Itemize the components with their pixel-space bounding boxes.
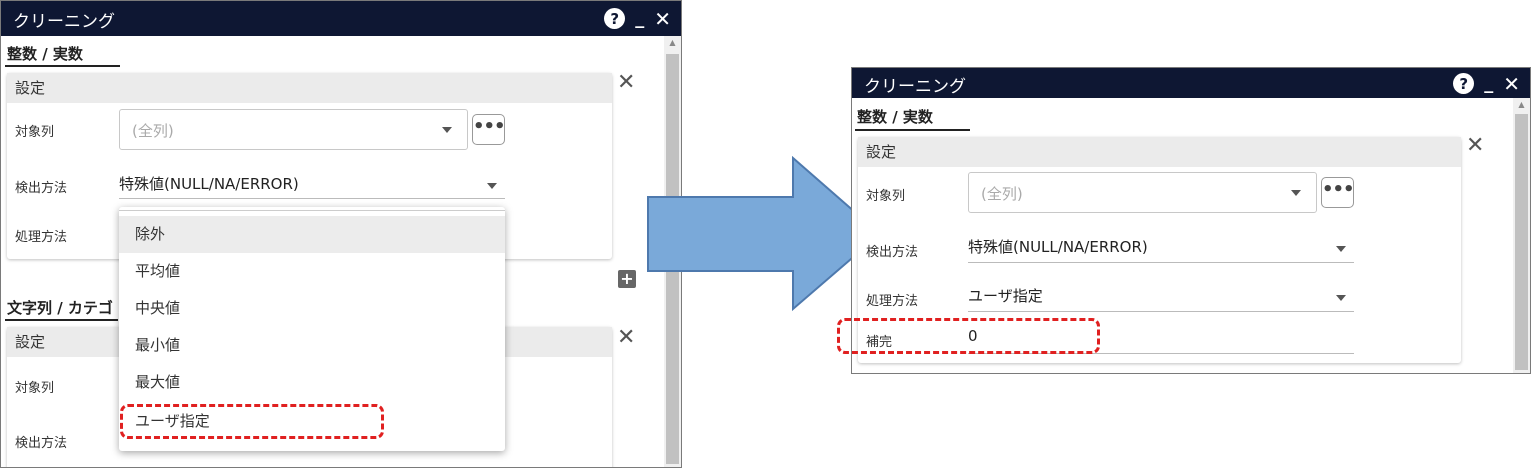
close-icon[interactable]: ✕ [654,9,671,29]
remove-card-button[interactable]: ✕ [1466,135,1484,157]
titlebar: クリーニング ? _ ✕ [852,68,1530,98]
detect-method-label-2: 検出方法 [15,436,68,451]
dropdown-option-mean[interactable]: 平均値 [119,253,505,290]
target-column-select[interactable]: (全列) [119,109,468,150]
card-header: 設定 [7,73,612,103]
panel-title: クリーニング [13,12,115,32]
minimize-icon[interactable]: _ [635,9,644,28]
minimize-icon[interactable]: _ [1484,74,1493,93]
chevron-down-icon [1336,246,1346,252]
detect-method-label: 検出方法 [15,181,68,196]
process-method-label: 処理方法 [15,230,68,245]
dropdown-option-min[interactable]: 最小値 [119,327,505,364]
chevron-down-icon [1291,190,1301,196]
scrollbar[interactable]: ▲ [1513,98,1530,373]
scroll-up-icon[interactable]: ▲ [664,36,681,50]
close-icon[interactable]: ✕ [1503,74,1520,94]
section-tab-numeric[interactable]: 整数 / 実数 [7,43,83,64]
target-column-label: 対象列 [15,125,55,140]
card-header: 設定 [858,137,1461,167]
help-icon[interactable]: ? [1453,73,1475,94]
chevron-down-icon [487,183,497,189]
section-tab-string[interactable]: 文字列 / カテゴ [7,297,113,318]
process-method-select[interactable]: ユーザ指定 [968,282,1354,312]
detect-method-select[interactable]: 特殊値(NULL/NA/ERROR) [119,171,505,199]
target-column-label: 対象列 [866,189,906,204]
chevron-down-icon [442,127,452,133]
dropdown-option-exclude[interactable]: 除外 [119,216,505,253]
highlight-complement-field [837,318,1100,354]
more-button[interactable]: ••• [1321,177,1355,208]
chevron-down-icon [1336,295,1346,301]
add-icon[interactable]: + [618,270,636,288]
highlight-user-defined-option [120,404,384,439]
dropdown-option-median[interactable]: 中央値 [119,290,505,327]
remove-card-button-2[interactable]: ✕ [617,327,635,349]
titlebar: クリーニング ? _ ✕ [1,1,681,36]
dropdown-option-max[interactable]: 最大値 [119,364,505,401]
arrow-right-icon [647,156,882,312]
section-tab-numeric[interactable]: 整数 / 実数 [857,106,933,127]
left-cleaning-panel: クリーニング ? _ ✕ ▲ 整数 / 実数 設定 対象列 (全列) ••• 検… [0,0,682,468]
target-column-select[interactable]: (全列) [968,172,1317,213]
panel-title: クリーニング [864,77,966,97]
scroll-up-icon[interactable]: ▲ [1513,98,1530,112]
remove-card-button[interactable]: ✕ [617,72,635,94]
detect-method-select[interactable]: 特殊値(NULL/NA/ERROR) [968,234,1354,263]
help-icon[interactable]: ? [604,8,626,29]
process-method-label: 処理方法 [866,294,919,309]
detect-method-label: 検出方法 [866,245,919,260]
more-button[interactable]: ••• [472,114,506,145]
target-column-label-2: 対象列 [15,381,55,396]
